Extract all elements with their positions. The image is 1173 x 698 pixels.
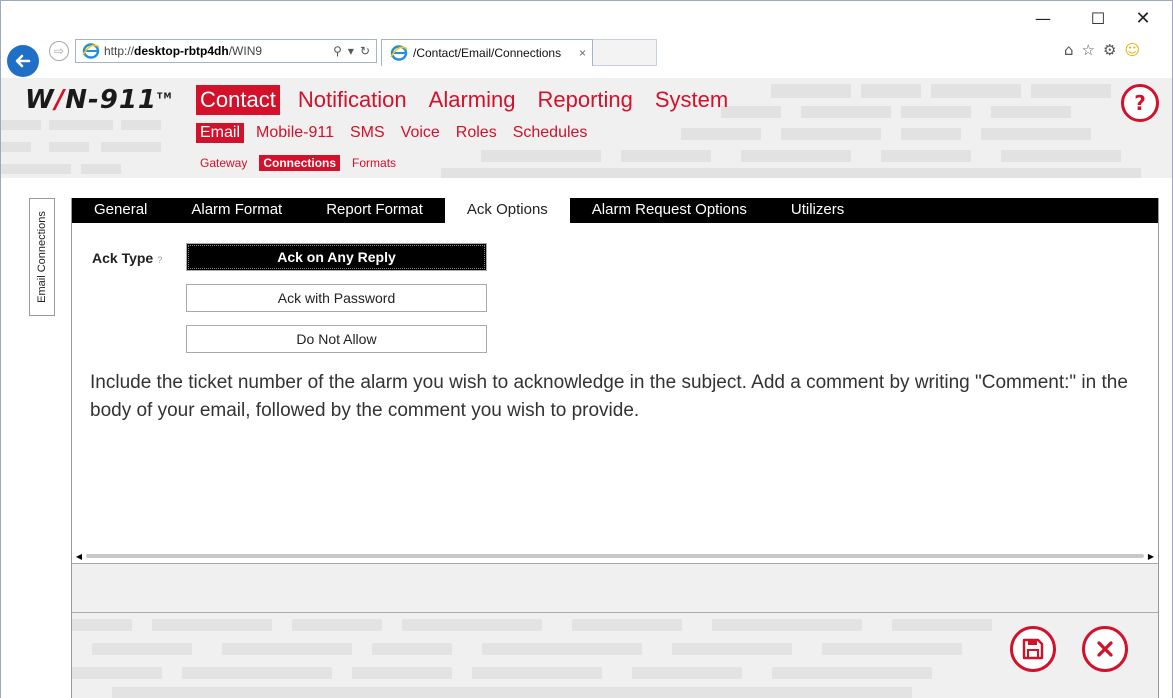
cancel-icon: [1097, 641, 1113, 657]
do-not-allow-option[interactable]: Do Not Allow: [186, 325, 487, 353]
tertiary-nav: Gateway Connections Formats: [196, 155, 400, 171]
cancel-button[interactable]: [1082, 626, 1128, 672]
minimize-button[interactable]: —: [1023, 7, 1063, 29]
help-icon: ?: [1134, 91, 1146, 115]
close-window-button[interactable]: ✕: [1123, 7, 1163, 29]
nav-voice[interactable]: Voice: [397, 123, 444, 143]
refresh-icon[interactable]: ↻: [360, 44, 370, 58]
horizontal-scrollbar[interactable]: ◀ ▶: [72, 550, 1158, 562]
dropdown-icon[interactable]: ▾: [348, 44, 354, 58]
info-icon[interactable]: ?: [157, 255, 162, 265]
forward-arrow-icon: ⇨: [53, 44, 65, 58]
scroll-left-icon[interactable]: ◀: [72, 552, 86, 561]
tab-alarm-request-options[interactable]: Alarm Request Options: [570, 198, 769, 223]
scroll-thumb[interactable]: [86, 554, 1144, 558]
nav-system[interactable]: System: [651, 85, 732, 115]
ie-logo-icon: [82, 43, 100, 59]
ack-on-any-reply-option[interactable]: Ack on Any Reply: [186, 243, 487, 271]
ie-logo-icon: [390, 45, 408, 61]
app-header: W/N-911TM Contact Notification Alarming …: [1, 78, 1172, 178]
ack-with-password-option[interactable]: Ack with Password: [186, 284, 487, 312]
footer-bar: [72, 613, 1158, 698]
help-button[interactable]: ?: [1121, 84, 1159, 122]
home-icon[interactable]: ⌂: [1064, 41, 1074, 59]
scroll-right-icon[interactable]: ▶: [1144, 552, 1158, 561]
nav-schedules[interactable]: Schedules: [509, 123, 592, 143]
address-url: http://desktop-rbtp4dh/WIN9: [104, 44, 263, 58]
side-tab-label: Email Connections: [36, 211, 48, 303]
tab-alarm-format[interactable]: Alarm Format: [169, 198, 304, 223]
ack-type-label: Ack Type?: [92, 250, 163, 266]
tab-utilizers[interactable]: Utilizers: [769, 198, 866, 223]
nav-roles[interactable]: Roles: [452, 123, 501, 143]
secondary-nav: Email Mobile-911 SMS Voice Roles Schedul…: [196, 123, 591, 143]
maximize-button[interactable]: ☐: [1078, 7, 1118, 29]
search-icon[interactable]: ⚲: [333, 44, 342, 58]
favorites-star-icon[interactable]: ☆: [1082, 41, 1095, 59]
feedback-smiley-icon[interactable]: ☺: [1124, 41, 1140, 59]
nav-reporting[interactable]: Reporting: [533, 85, 636, 115]
settings-gear-icon[interactable]: ⚙: [1103, 41, 1116, 59]
save-button[interactable]: [1010, 626, 1056, 672]
app-window: W/N-911TM Contact Notification Alarming …: [0, 78, 1173, 698]
status-strip: [72, 563, 1158, 613]
back-arrow-icon: [15, 54, 31, 68]
browser-toolbar-icons: ⌂ ☆ ⚙ ☺: [1064, 41, 1140, 59]
nav-email[interactable]: Email: [196, 123, 245, 143]
forward-button[interactable]: ⇨: [49, 41, 69, 61]
settings-tabs: General Alarm Format Report Format Ack O…: [72, 198, 1158, 223]
nav-alarming[interactable]: Alarming: [425, 85, 520, 115]
nav-gateway[interactable]: Gateway: [196, 155, 251, 171]
win911-logo: W/N-911TM: [25, 85, 173, 115]
save-icon: [1022, 638, 1044, 660]
tab-general[interactable]: General: [72, 198, 169, 223]
new-tab-button[interactable]: [593, 39, 657, 66]
nav-sms[interactable]: SMS: [346, 123, 389, 143]
nav-mobile-911[interactable]: Mobile-911: [252, 123, 338, 143]
side-tab-email-connections[interactable]: Email Connections: [29, 198, 55, 316]
tab-title: /Contact/Email/Connections: [413, 46, 562, 60]
primary-nav: Contact Notification Alarming Reporting …: [196, 85, 732, 115]
browser-tab[interactable]: /Contact/Email/Connections ×: [381, 39, 593, 66]
tab-close-icon[interactable]: ×: [579, 46, 592, 60]
main-panel: General Alarm Format Report Format Ack O…: [71, 198, 1159, 698]
address-bar[interactable]: http://desktop-rbtp4dh/WIN9 ⚲ ▾ ↻: [75, 39, 377, 63]
nav-formats[interactable]: Formats: [348, 155, 400, 171]
tab-ack-options[interactable]: Ack Options: [444, 198, 570, 223]
nav-notification[interactable]: Notification: [294, 85, 411, 115]
tab-report-format[interactable]: Report Format: [304, 198, 445, 223]
nav-contact[interactable]: Contact: [196, 85, 280, 115]
ack-description: Include the ticket number of the alarm y…: [90, 372, 1128, 421]
back-button[interactable]: [7, 45, 39, 77]
nav-connections[interactable]: Connections: [259, 155, 341, 171]
browser-chrome: — ☐ ✕ ⇨ http://desktop-rbtp4dh/WIN9 ⚲ ▾ …: [0, 0, 1173, 78]
